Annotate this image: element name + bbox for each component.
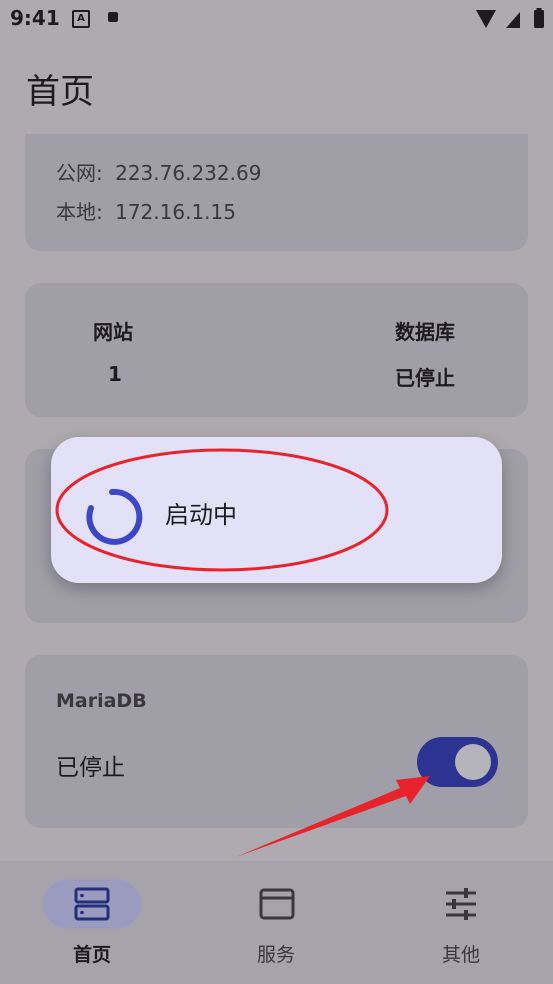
local-ip-value: 172.16.1.15 — [115, 200, 236, 224]
public-ip-label: 公网: — [56, 161, 103, 185]
signal-icon — [506, 12, 520, 28]
mariadb-status: 已停止 — [56, 755, 125, 781]
ip-card — [25, 134, 528, 251]
mariadb-title: MariaDB — [56, 690, 147, 712]
annotation-arrow — [236, 776, 430, 857]
status-system-icons — [476, 8, 544, 28]
status-time: 9:41 — [10, 6, 60, 30]
window-icon[interactable] — [258, 886, 296, 922]
mariadb-toggle-knob — [455, 744, 491, 780]
database-label: 数据库 — [395, 320, 455, 344]
nav-services[interactable]: 服务 — [226, 940, 326, 967]
public-ip-row: 公网: 223.76.232.69 — [56, 157, 261, 186]
public-ip-value: 223.76.232.69 — [115, 161, 262, 185]
database-status: 已停止 — [395, 366, 455, 390]
local-ip-label: 本地: — [56, 200, 103, 224]
local-ip-row: 本地: 172.16.1.15 — [56, 196, 236, 225]
notification-a-icon: A — [72, 10, 90, 28]
nav-home[interactable]: 首页 — [42, 940, 142, 967]
wifi-icon — [476, 10, 496, 28]
nav-other[interactable]: 其他 — [411, 940, 511, 967]
notification-square-icon — [108, 12, 118, 22]
battery-icon — [534, 10, 544, 28]
website-label: 网站 — [93, 320, 133, 344]
sliders-icon[interactable] — [442, 886, 480, 922]
website-count: 1 — [108, 362, 122, 386]
page-title: 首页 — [26, 72, 94, 112]
stats-card[interactable] — [25, 283, 528, 417]
annotation-ellipse — [55, 448, 389, 572]
server-icon[interactable] — [73, 886, 111, 922]
